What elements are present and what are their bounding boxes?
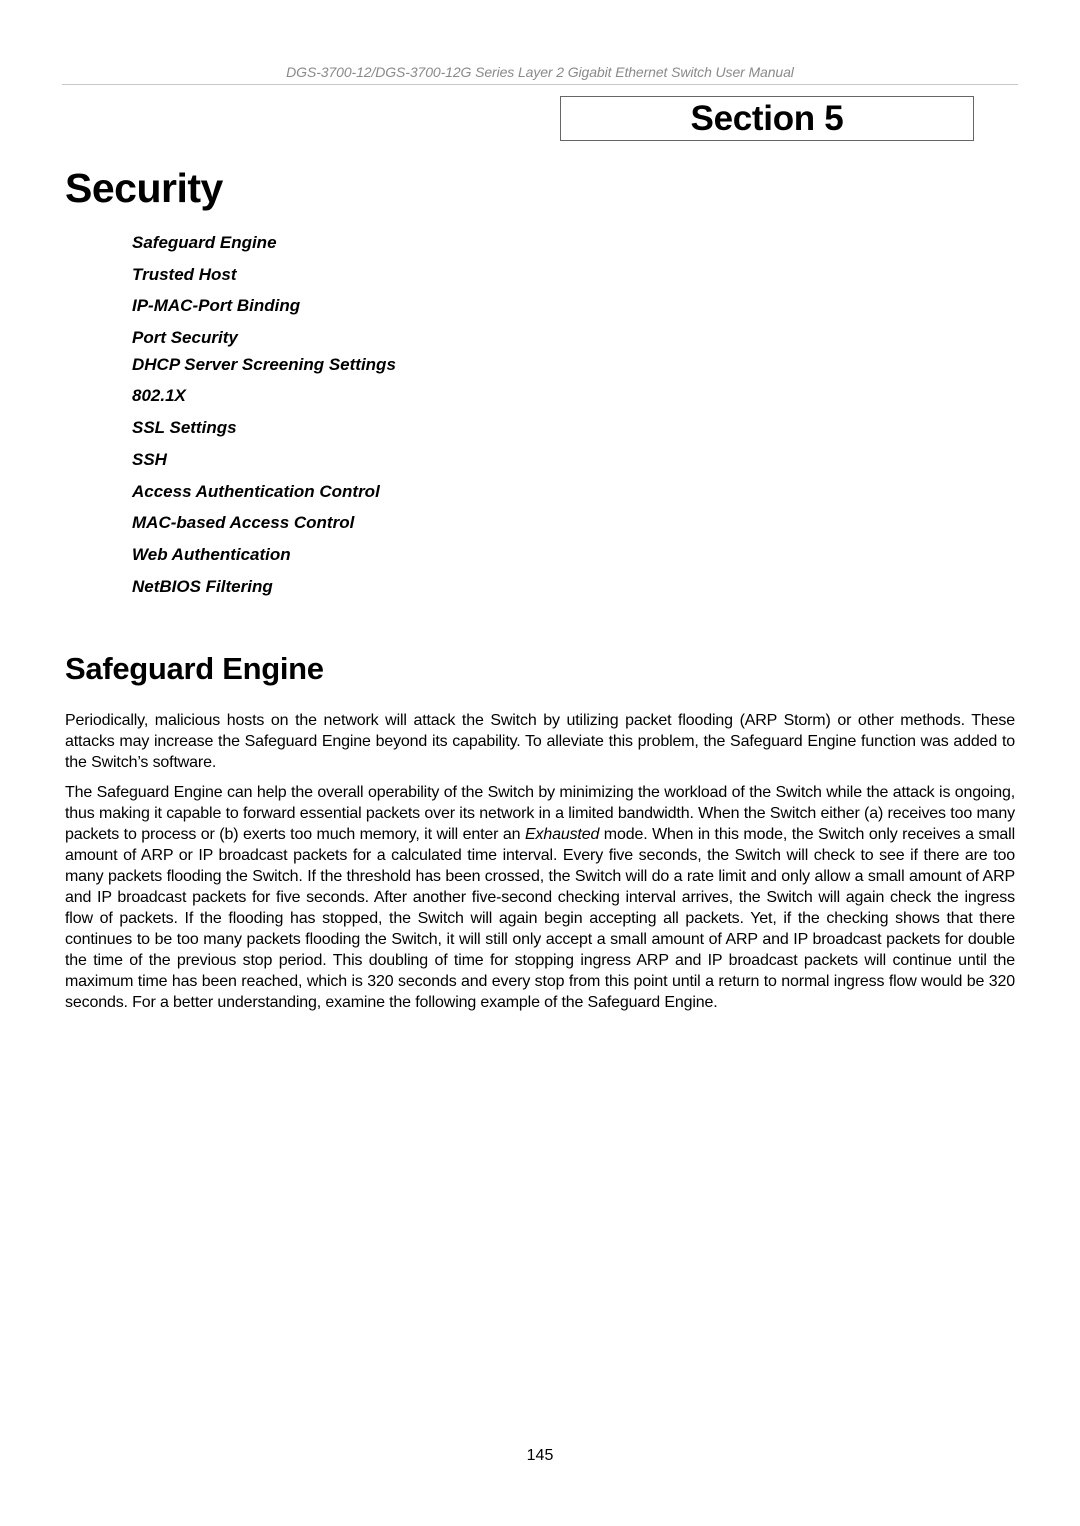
section-label: Section 5 [690,98,844,138]
page-title: Security [65,165,223,211]
section-heading: Safeguard Engine [65,651,324,686]
toc-item-safeguard-engine[interactable]: Safeguard Engine [132,233,277,253]
toc-item-web-authentication[interactable]: Web Authentication [132,545,291,565]
toc-item-port-security[interactable]: Port Security [132,328,238,348]
header-divider [62,84,1018,85]
section-label-box: Section 5 [560,96,974,141]
toc-item-ip-mac-port-binding[interactable]: IP-MAC-Port Binding [132,296,300,316]
toc-item-netbios-filtering[interactable]: NetBIOS Filtering [132,577,273,597]
toc-item-802-1x[interactable]: 802.1X [132,386,186,406]
toc-item-access-authentication-control[interactable]: Access Authentication Control [132,482,380,502]
running-header: DGS-3700-12/DGS-3700-12G Series Layer 2 … [286,64,794,80]
paragraph-description: The Safeguard Engine can help the overal… [65,782,1015,1013]
toc-item-ssl-settings[interactable]: SSL Settings [132,418,237,438]
toc-item-trusted-host[interactable]: Trusted Host [132,265,237,285]
toc-item-mac-based-access-control[interactable]: MAC-based Access Control [132,513,354,533]
toc-item-dhcp-server-screening[interactable]: DHCP Server Screening Settings [132,355,396,375]
page-number: 145 [526,1447,554,1464]
paragraph-intro: Periodically, malicious hosts on the net… [65,712,1015,771]
emphasized-term: Exhausted [524,826,600,843]
paragraph-text: mode. When in this mode, the Switch only… [65,826,1015,1011]
toc-item-ssh[interactable]: SSH [132,450,167,470]
